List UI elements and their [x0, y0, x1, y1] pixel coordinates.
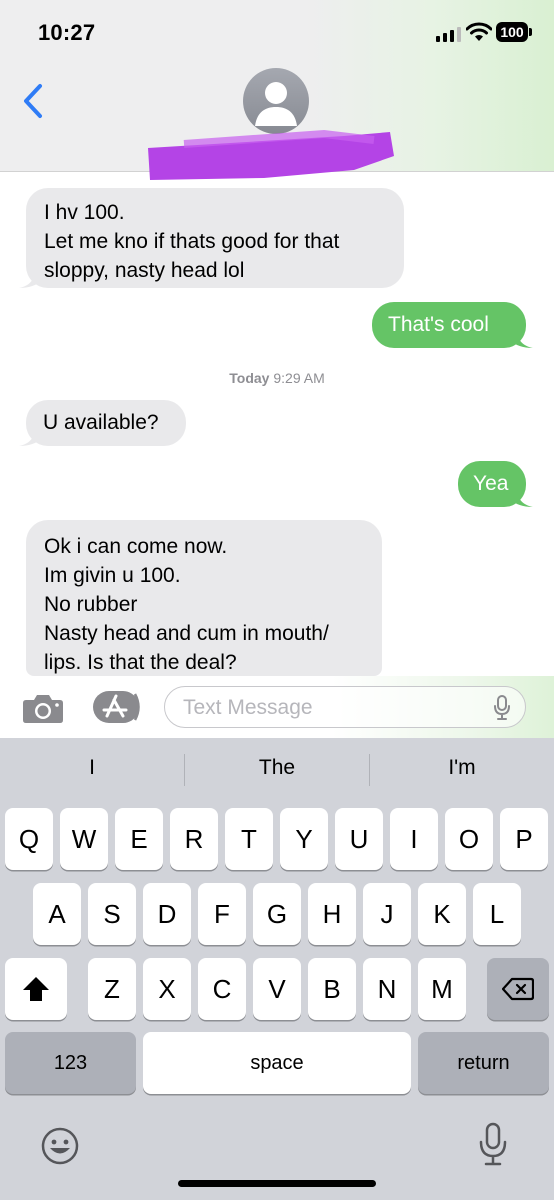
- key-q[interactable]: Q: [5, 808, 53, 870]
- message-line: Let me kno if thats good for that: [44, 230, 340, 253]
- key-w[interactable]: W: [60, 808, 108, 870]
- back-chevron-icon[interactable]: [20, 82, 46, 120]
- message-text: U available?: [43, 411, 159, 434]
- message-bubble-incoming[interactable]: I hv 100. Let me kno if thats good for t…: [19, 188, 404, 288]
- key-x[interactable]: X: [143, 958, 191, 1020]
- key-i[interactable]: I: [390, 808, 438, 870]
- dictation-icon[interactable]: [478, 1122, 508, 1168]
- key-o[interactable]: O: [445, 808, 493, 870]
- message-line: sloppy, nasty head lol: [44, 259, 245, 282]
- message-bubble-outgoing[interactable]: That's cool: [372, 302, 533, 348]
- home-indicator[interactable]: [178, 1180, 376, 1187]
- message-line: Ok i can come now.: [44, 535, 228, 558]
- suggestion-i[interactable]: I: [0, 756, 184, 780]
- key-r[interactable]: R: [170, 808, 218, 870]
- numbers-key[interactable]: 123: [5, 1032, 136, 1094]
- key-t[interactable]: T: [225, 808, 273, 870]
- key-v[interactable]: V: [253, 958, 301, 1020]
- key-k[interactable]: K: [418, 883, 466, 945]
- battery-icon: 100: [496, 22, 532, 42]
- delete-key[interactable]: [487, 958, 549, 1020]
- key-f[interactable]: F: [198, 883, 246, 945]
- key-s[interactable]: S: [88, 883, 136, 945]
- key-d[interactable]: D: [143, 883, 191, 945]
- shift-key[interactable]: [5, 958, 67, 1020]
- shift-icon: [23, 977, 49, 1001]
- message-bubble-incoming[interactable]: Ok i can come now. Im givin u 100. No ru…: [26, 520, 382, 676]
- timestamp-time: 9:29 AM: [273, 370, 325, 386]
- suggestion-im[interactable]: I'm: [370, 756, 554, 780]
- message-line: Im givin u 100.: [44, 564, 181, 587]
- key-g[interactable]: G: [253, 883, 301, 945]
- keyboard: I The I'm Q W E R T Y U I O P A S D F G …: [0, 738, 554, 1200]
- message-text: Yea: [473, 472, 509, 495]
- key-c[interactable]: C: [198, 958, 246, 1020]
- contact-name-redaction: [148, 129, 394, 180]
- key-z[interactable]: Z: [88, 958, 136, 1020]
- key-n[interactable]: N: [363, 958, 411, 1020]
- key-u[interactable]: U: [335, 808, 383, 870]
- delete-icon: [501, 977, 535, 1001]
- messages-screen: 10:27 100 I hv 100. Let me kno if thats …: [0, 0, 554, 1200]
- wifi-icon: [466, 22, 492, 41]
- key-p[interactable]: P: [500, 808, 548, 870]
- message-line: Nasty head and cum in mouth/: [44, 622, 329, 645]
- key-y[interactable]: Y: [280, 808, 328, 870]
- emoji-icon[interactable]: [40, 1126, 80, 1166]
- app-store-icon[interactable]: [92, 690, 142, 724]
- message-bubble-incoming[interactable]: U available?: [19, 400, 186, 446]
- suggestion-the[interactable]: The: [185, 756, 369, 780]
- status-time: 10:27: [38, 20, 96, 45]
- status-bar: 10:27 100: [0, 0, 554, 64]
- message-line: lips. Is that the deal?: [44, 651, 237, 674]
- timestamp-day: Today: [229, 370, 270, 386]
- key-e[interactable]: E: [115, 808, 163, 870]
- key-l[interactable]: L: [473, 883, 521, 945]
- timestamp: Today 9:29 AM: [0, 370, 554, 386]
- cellular-signal-icon: [436, 26, 461, 42]
- key-h[interactable]: H: [308, 883, 356, 945]
- key-m[interactable]: M: [418, 958, 466, 1020]
- message-line: I hv 100.: [44, 201, 125, 224]
- return-key[interactable]: return: [418, 1032, 549, 1094]
- message-bubble-outgoing[interactable]: Yea: [458, 461, 533, 507]
- predictive-bar: I The I'm: [0, 738, 554, 802]
- key-a[interactable]: A: [33, 883, 81, 945]
- microphone-icon[interactable]: [493, 695, 511, 721]
- space-key[interactable]: space: [143, 1032, 411, 1094]
- message-input-placeholder: Text Message: [183, 696, 313, 719]
- message-input[interactable]: Text Message: [164, 686, 526, 728]
- message-line: No rubber: [44, 593, 138, 616]
- battery-level: 100: [496, 22, 528, 42]
- contact-avatar-icon[interactable]: [243, 68, 309, 134]
- message-text: That's cool: [388, 313, 489, 336]
- camera-icon[interactable]: [22, 692, 64, 724]
- key-b[interactable]: B: [308, 958, 356, 1020]
- key-j[interactable]: J: [363, 883, 411, 945]
